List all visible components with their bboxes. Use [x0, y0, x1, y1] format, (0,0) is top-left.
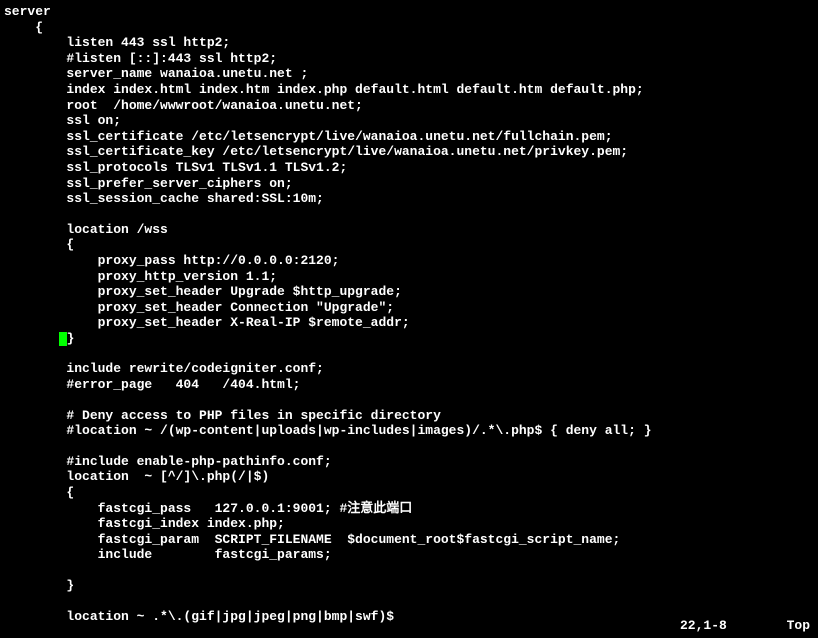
config-line [4, 563, 818, 578]
config-line: ssl_prefer_server_ciphers on; [4, 176, 818, 192]
cursor-position: 22,1-8 [680, 618, 740, 634]
config-line [4, 439, 818, 454]
config-line: #listen [::]:443 ssl http2; [4, 51, 818, 67]
vim-status-bar: 22,1-8 Top [680, 618, 810, 634]
config-line: #include enable-php-pathinfo.conf; [4, 454, 818, 470]
config-line: include rewrite/codeigniter.conf; [4, 361, 818, 377]
config-line: server [4, 4, 818, 20]
config-line [4, 594, 818, 609]
config-line: proxy_set_header X-Real-IP $remote_addr; [4, 315, 818, 331]
config-line: #error_page 404 /404.html; [4, 377, 818, 393]
config-line: root /home/wwwroot/wanaioa.unetu.net; [4, 98, 818, 114]
terminal-content[interactable]: server { listen 443 ssl http2; #listen [… [4, 4, 818, 624]
config-line: index index.html index.htm index.php def… [4, 82, 818, 98]
config-line: } [4, 331, 818, 347]
config-line: { [4, 20, 818, 36]
config-line: ssl_certificate /etc/letsencrypt/live/wa… [4, 129, 818, 145]
config-line: fastcgi_param SCRIPT_FILENAME $document_… [4, 532, 818, 548]
config-line: #location ~ /(wp-content|uploads|wp-incl… [4, 423, 818, 439]
config-line: # Deny access to PHP files in specific d… [4, 408, 818, 424]
config-line: proxy_set_header Upgrade $http_upgrade; [4, 284, 818, 300]
config-line [4, 346, 818, 361]
config-line: proxy_http_version 1.1; [4, 269, 818, 285]
config-line: ssl_session_cache shared:SSL:10m; [4, 191, 818, 207]
config-line: location /wss [4, 222, 818, 238]
config-line [4, 393, 818, 408]
config-line: { [4, 485, 818, 501]
config-line: include fastcgi_params; [4, 547, 818, 563]
config-line: fastcgi_pass 127.0.0.1:9001; #注意此端口 [4, 501, 818, 517]
config-line: server_name wanaioa.unetu.net ; [4, 66, 818, 82]
config-line [4, 207, 818, 222]
config-line: ssl_protocols TLSv1 TLSv1.1 TLSv1.2; [4, 160, 818, 176]
config-line: listen 443 ssl http2; [4, 35, 818, 51]
config-line: proxy_pass http://0.0.0.0:2120; [4, 253, 818, 269]
config-line: { [4, 237, 818, 253]
cursor [59, 332, 67, 346]
scroll-indicator: Top [780, 618, 810, 634]
config-line: ssl_certificate_key /etc/letsencrypt/liv… [4, 144, 818, 160]
config-line: fastcgi_index index.php; [4, 516, 818, 532]
config-line: proxy_set_header Connection "Upgrade"; [4, 300, 818, 316]
config-line: ssl on; [4, 113, 818, 129]
config-line: location ~ [^/]\.php(/|$) [4, 469, 818, 485]
config-line: } [4, 578, 818, 594]
